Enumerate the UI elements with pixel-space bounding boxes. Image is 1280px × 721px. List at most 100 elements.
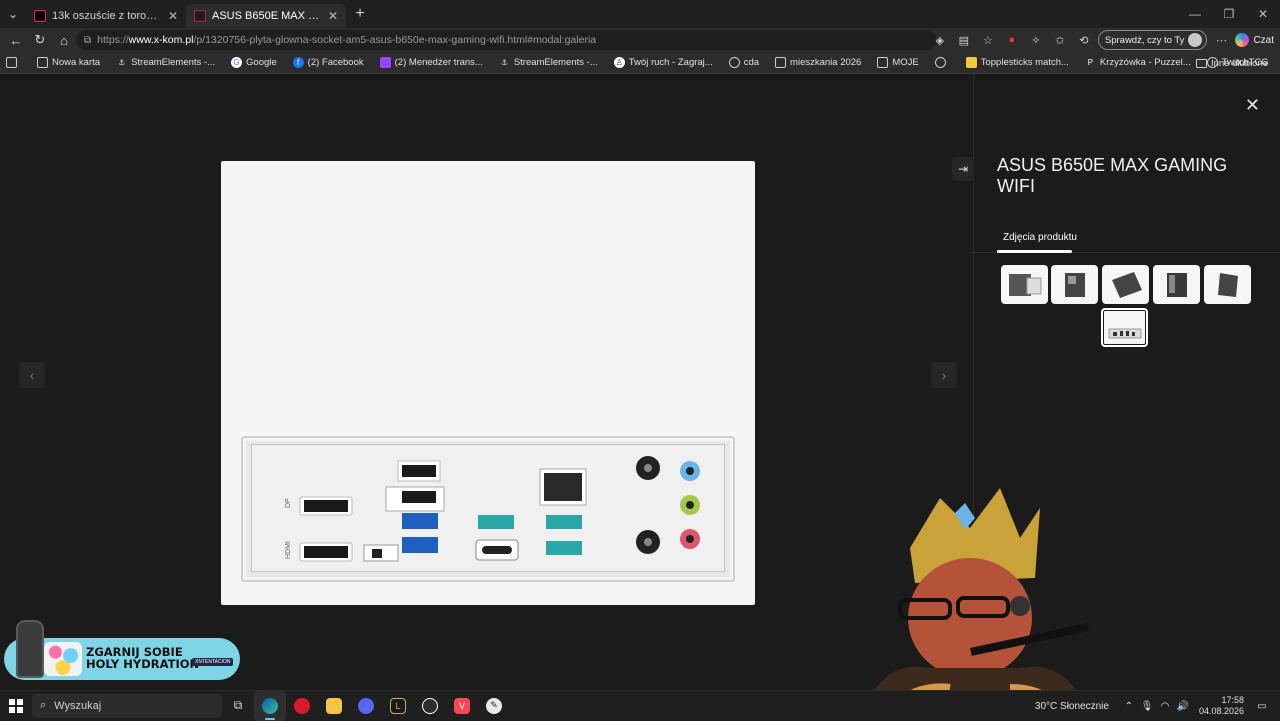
favorites-icon[interactable]: ✩ (1050, 34, 1070, 47)
google-icon: G (231, 57, 243, 68)
start-button[interactable] (0, 691, 32, 721)
minimize-icon[interactable]: — (1178, 0, 1212, 28)
taskbar-search[interactable]: ⌕ Wyszukaj (32, 693, 222, 718)
tab-actions-menu[interactable]: ⌄ (0, 0, 26, 28)
bookmark-item[interactable]: G Google (231, 57, 277, 68)
tab-favicon (194, 10, 206, 22)
weather-widget[interactable]: 30°C Słonecznie (1035, 701, 1109, 712)
close-tab-icon[interactable]: ✕ (168, 9, 178, 23)
coupon-icon[interactable]: ◈ (930, 34, 950, 47)
anchor-icon: ⚓ (117, 58, 126, 67)
window-controls: — ❐ ✕ (1178, 0, 1280, 28)
opera-app[interactable] (286, 691, 318, 721)
more-icon[interactable]: ⋯ (1211, 34, 1231, 47)
bookmark-label: Topplesticks match... (980, 57, 1069, 68)
clock[interactable]: 17:58 04.08.2026 (1199, 695, 1244, 717)
next-image-button[interactable]: › (931, 362, 957, 388)
streamer-avatar-overlay (860, 488, 1090, 720)
anchor-icon: ⚓ (500, 58, 508, 67)
windows-icon (9, 698, 23, 713)
thumbnail-6[interactable] (1101, 308, 1148, 347)
valorant-app[interactable]: V (446, 691, 478, 721)
close-modal-icon[interactable]: ✕ (1245, 95, 1260, 116)
bookmark-item[interactable]: ⚓ StreamElements -... (499, 57, 598, 68)
toolbar-right: ◈ ▤ ☆ ● ✧ ✩ ⟲ Sprawdź, czy to Ty ⋯ Czat (930, 30, 1274, 50)
url-field[interactable]: ⧉ https://www.x-kom.pl/p/1320756-plyta-g… (76, 30, 936, 50)
edge-app[interactable] (254, 690, 286, 721)
folder-icon (1195, 58, 1207, 68)
motherboard-thumb-icon (1064, 272, 1085, 297)
back-icon[interactable]: ← (4, 29, 28, 51)
task-view-icon[interactable]: ⧉ (222, 691, 254, 721)
promo-headline-line2: HOLY HYDRATION (86, 657, 200, 671)
steam-app[interactable]: ✎ (478, 691, 510, 721)
new-tab-button[interactable]: + (346, 5, 374, 23)
svg-text:HDMI: HDMI (285, 541, 292, 559)
io-shield-thumb-icon (1108, 328, 1141, 338)
bookmark-item[interactable]: P Krzyżówka - Puzzel... (1085, 57, 1191, 68)
thumbnail-5[interactable] (1204, 265, 1251, 304)
thumbnail-2[interactable] (1051, 265, 1098, 304)
bookmark-item[interactable]: Nowa karta (37, 57, 100, 68)
prev-image-button[interactable]: ‹ (19, 362, 45, 388)
bookmark-item[interactable]: MOJE (877, 57, 919, 68)
history-icon[interactable]: ⟲ (1074, 34, 1094, 47)
bookmarks-bar: Nowa karta ⚓ StreamElements -... G Google f (2… (0, 52, 1280, 74)
copilot-chat-button[interactable]: Czat (1235, 33, 1274, 47)
tab-0[interactable]: 13k oszuście z toronto - sprawdź ✕ (26, 4, 186, 28)
avatar (1188, 33, 1203, 47)
close-tab-icon[interactable]: ✕ (328, 9, 338, 23)
chess-icon: ♙ (613, 57, 625, 68)
bookmark-toggle[interactable] (6, 57, 21, 68)
explorer-app[interactable] (318, 691, 350, 721)
close-window-icon[interactable]: ✕ (1246, 0, 1280, 28)
bookmark-item[interactable]: ♙ Twój ruch - Zagraj... (613, 57, 713, 68)
opera-icon (294, 697, 310, 714)
wifi-icon[interactable]: ◠ (1157, 701, 1173, 712)
globe-icon (934, 57, 946, 68)
reader-icon[interactable]: ▤ (954, 34, 974, 47)
obs-icon (422, 697, 438, 714)
bookmark-item[interactable]: f (2) Facebook (292, 57, 364, 68)
tab-title: ASUS B650E MAX GAMING WIFI - (212, 10, 322, 22)
bookmark-item[interactable]: Topplesticks match... (965, 57, 1069, 68)
refresh-icon[interactable]: ↻ (28, 29, 52, 51)
tab-product-photos[interactable]: Zdjęcia produktu (1003, 232, 1077, 243)
bookmark-item[interactable]: (2) Menedżer trans... (379, 57, 483, 68)
bookmark-item[interactable] (934, 57, 950, 68)
discord-app[interactable] (350, 691, 382, 721)
bookmark-item[interactable]: cda (728, 57, 759, 68)
microphone-icon[interactable]: 🎙 (1139, 701, 1155, 712)
league-app[interactable]: L (382, 691, 414, 721)
home-icon[interactable]: ⌂ (52, 29, 76, 51)
volume-icon[interactable]: 🔊 (1175, 701, 1191, 712)
bookmark-label: (2) Menedżer trans... (394, 57, 483, 68)
bookmark-item[interactable]: mieszkania 2026 (775, 57, 861, 68)
chat-label: Czat (1253, 34, 1274, 46)
extensions-icon[interactable]: ✧ (1026, 34, 1046, 47)
folder-yellow-icon (965, 57, 977, 68)
thumbnail-4[interactable] (1153, 265, 1200, 304)
extension-red-icon[interactable]: ● (1002, 34, 1022, 46)
profile-check-button[interactable]: Sprawdź, czy to Ty (1097, 30, 1208, 50)
favorite-star-icon[interactable]: ☆ (978, 34, 998, 47)
url-prefix: https:// (97, 34, 129, 46)
bookmark-item[interactable]: ⚓ StreamElements -... (116, 57, 215, 68)
motherboard-thumb-icon (1111, 271, 1142, 298)
search-icon: ⌕ (40, 699, 47, 711)
motherboard-thumb-icon (1217, 272, 1238, 297)
tab-1[interactable]: ASUS B650E MAX GAMING WIFI - ✕ (186, 4, 346, 28)
chevron-up-icon[interactable]: ⌃ (1121, 701, 1137, 712)
bookmark-label: Twój ruch - Zagraj... (628, 57, 713, 68)
restore-icon[interactable]: ❐ (1212, 0, 1246, 28)
other-favorites-label: Inne ulubione (1210, 57, 1268, 69)
site-info-icon[interactable]: ⧉ (84, 35, 91, 46)
notifications-icon[interactable]: ▭ (1254, 701, 1270, 712)
other-favorites[interactable]: Inne ulubione (1195, 52, 1268, 74)
collapse-panel-icon[interactable]: ⇥ (952, 157, 974, 181)
thumbnail-1[interactable] (1001, 265, 1048, 304)
thumbnail-3[interactable] (1102, 265, 1149, 304)
obs-app[interactable] (414, 691, 446, 721)
valorant-icon: V (454, 697, 470, 714)
profile-check-label: Sprawdź, czy to Ty (1104, 34, 1185, 46)
